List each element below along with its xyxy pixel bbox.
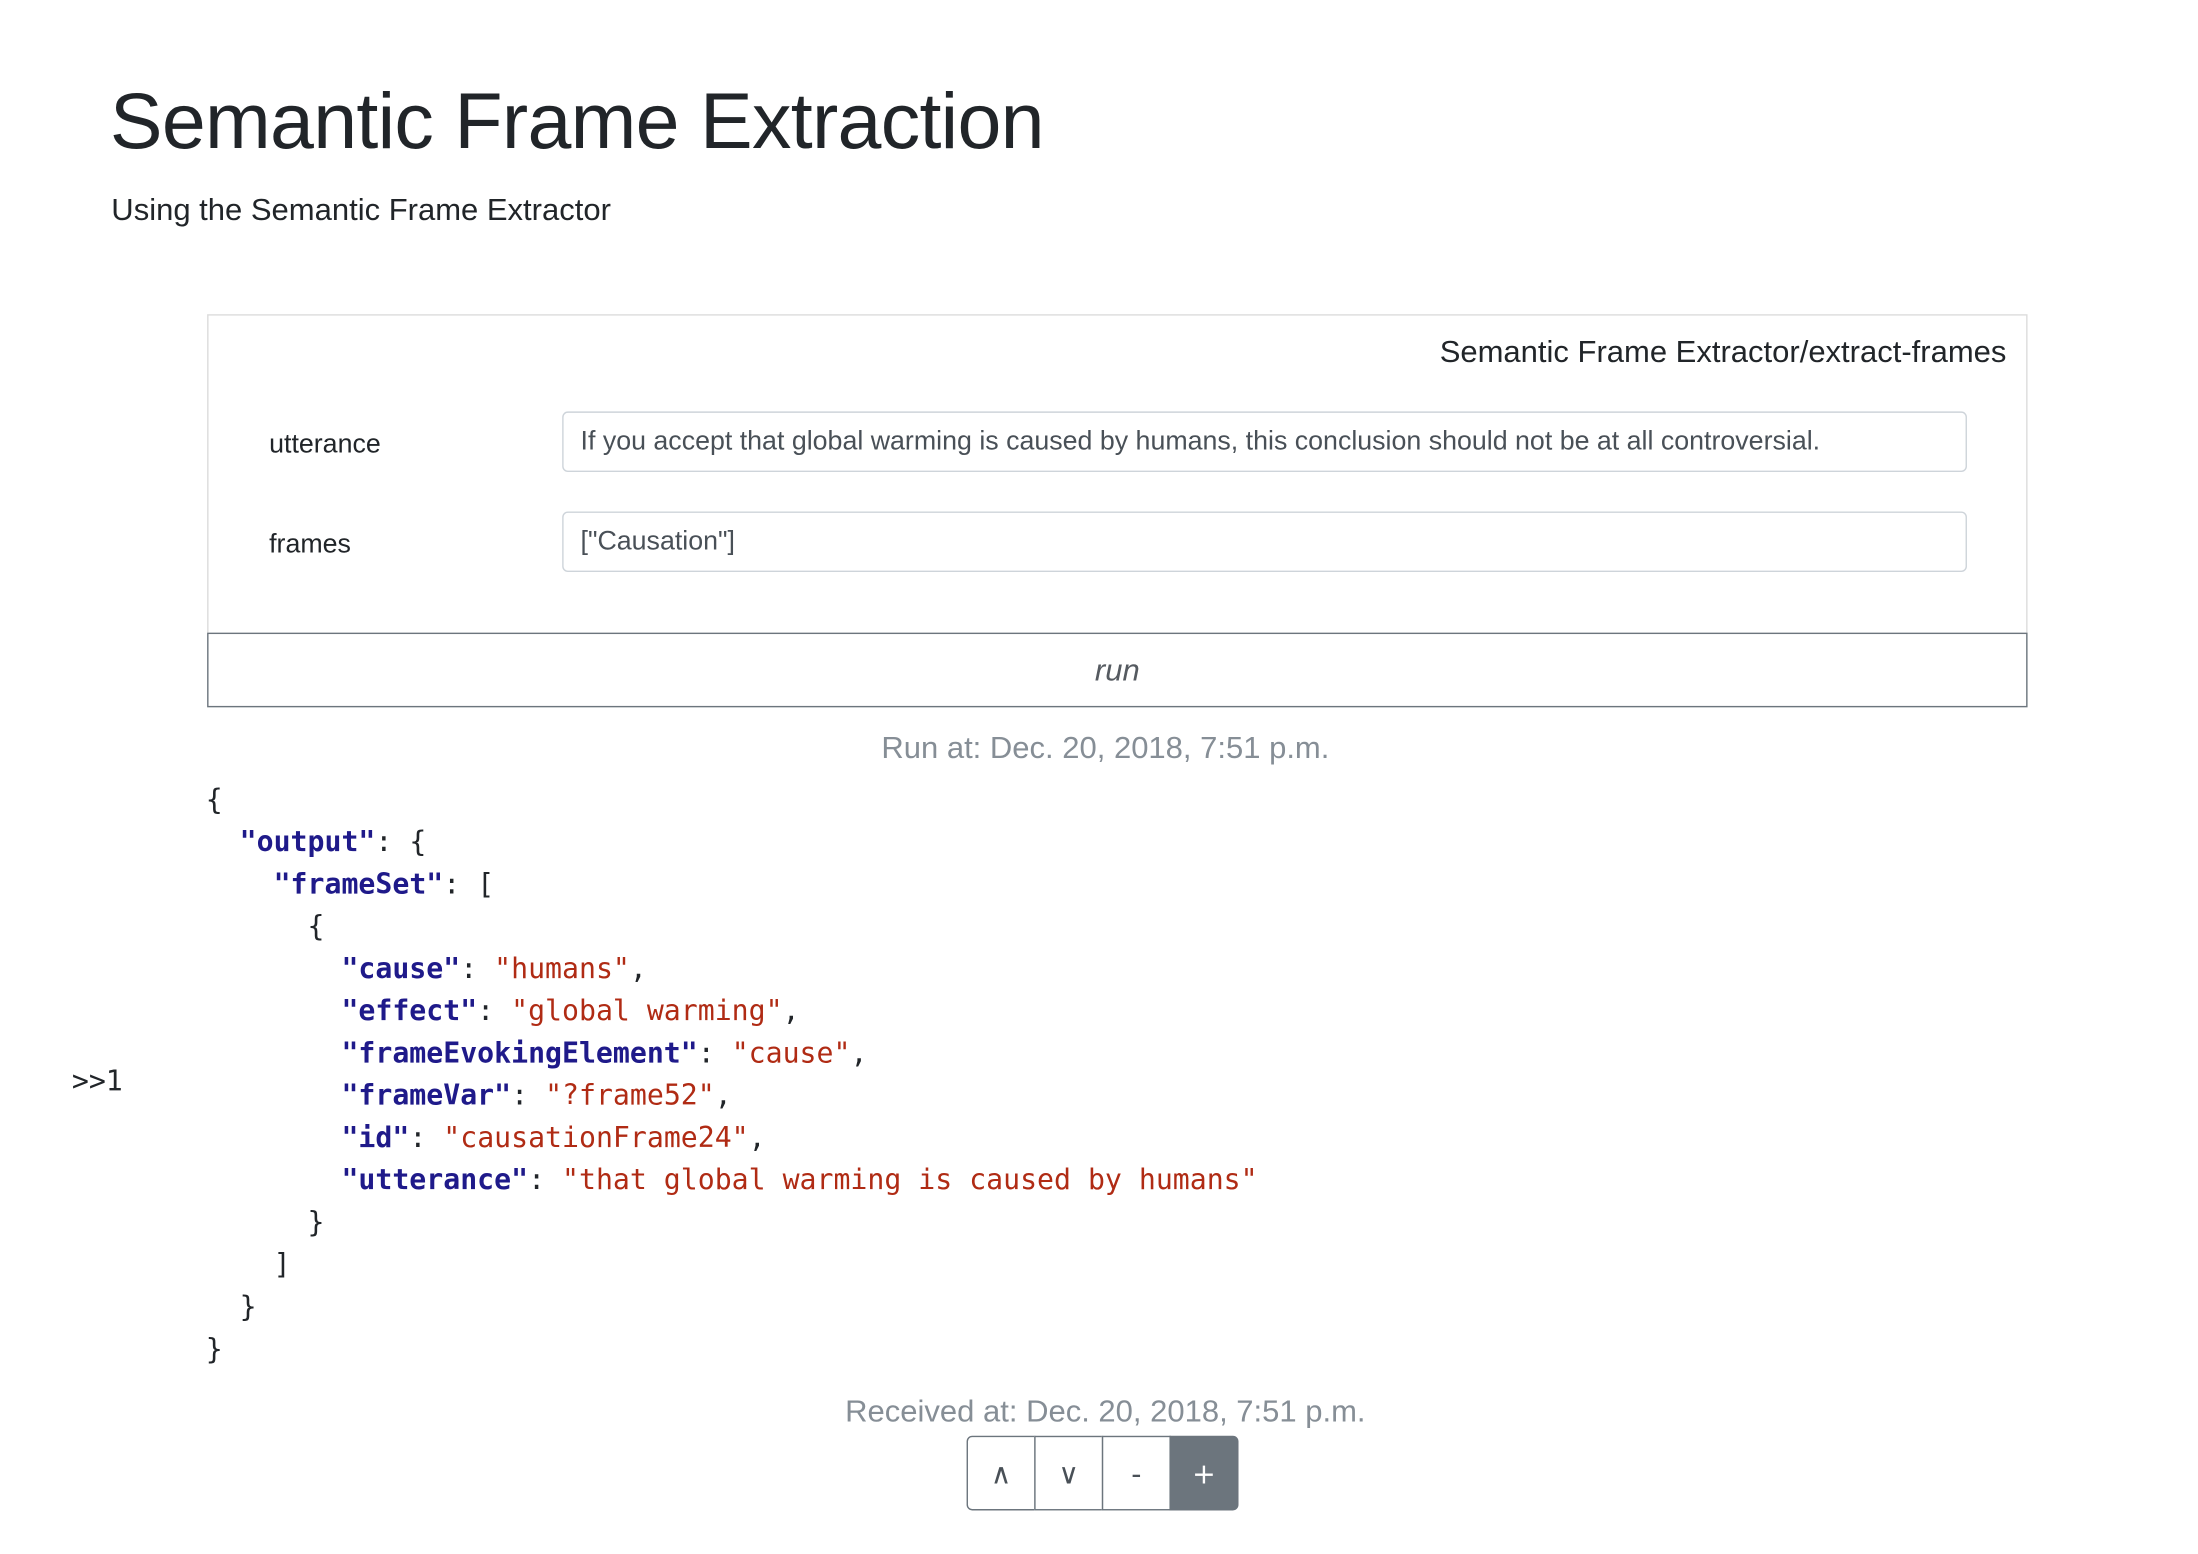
json-value-cause: "humans": [494, 951, 630, 985]
run-timestamp: Run at: Dec. 20, 2018, 7:51 p.m.: [881, 729, 1330, 766]
frames-label: frames: [269, 529, 351, 560]
chevron-up-icon[interactable]: ∧: [966, 1435, 1036, 1511]
json-key: "effect": [341, 993, 478, 1028]
utterance-label: utterance: [269, 429, 381, 460]
minus-icon[interactable]: -: [1101, 1435, 1171, 1511]
utterance-input[interactable]: [562, 411, 1967, 473]
json-key: "frameVar": [341, 1077, 512, 1112]
endpoint-title: Semantic Frame Extractor/extract-frames: [1439, 333, 2007, 370]
request-card: Semantic Frame Extractor/extract-frames …: [207, 314, 2028, 708]
json-value-frame-evoking-element: "cause": [731, 1035, 851, 1070]
json-value-effect: "global warming": [511, 993, 783, 1028]
plus-icon[interactable]: +: [1169, 1435, 1239, 1511]
json-key: "cause": [341, 951, 461, 985]
json-key: "id": [341, 1120, 410, 1154]
json-output: { "output": { "frameSet": [ { "cause": "…: [205, 781, 1258, 1366]
received-timestamp: Received at: Dec. 20, 2018, 7:51 p.m.: [845, 1393, 1366, 1429]
json-key: "frameEvokingElement": [341, 1035, 698, 1070]
json-value-frame-var: "?frame52": [545, 1077, 715, 1112]
json-value-utterance: "that global warming is caused by humans…: [562, 1162, 1258, 1197]
page-root: Semantic Frame Extraction Using the Sema…: [0, 0, 2198, 1554]
page-subtitle: Using the Semantic Frame Extractor: [111, 191, 611, 227]
frames-input[interactable]: [562, 511, 1967, 573]
json-brace: {: [205, 781, 223, 816]
json-key: "utterance": [341, 1162, 529, 1197]
page-title: Semantic Frame Extraction: [109, 76, 1045, 165]
output-index-marker: >>1: [71, 1063, 123, 1098]
json-key: "output": [239, 824, 376, 859]
run-button[interactable]: run: [207, 632, 2028, 708]
json-value-id: "causationFrame24": [443, 1120, 749, 1154]
json-key: "frameSet": [273, 866, 444, 901]
chevron-down-icon[interactable]: ∨: [1034, 1435, 1104, 1511]
output-controls: ∧ ∨ - +: [966, 1435, 1239, 1511]
